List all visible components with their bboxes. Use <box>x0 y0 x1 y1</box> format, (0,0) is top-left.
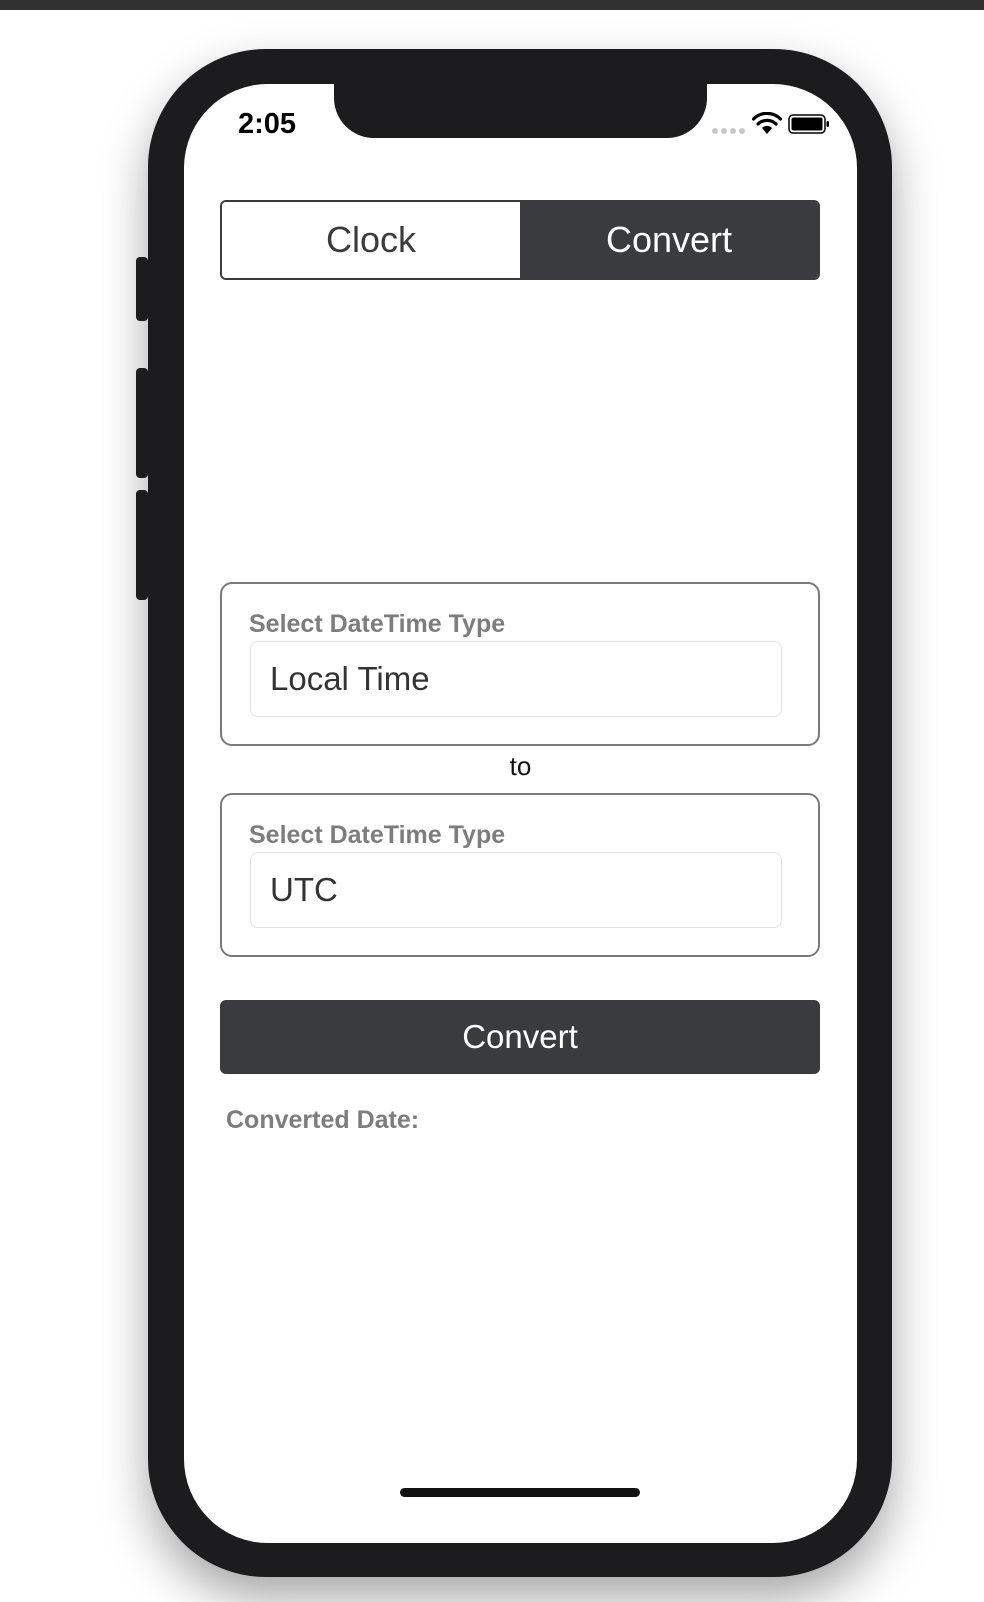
cellular-signal-icon <box>712 128 745 134</box>
volume-up-button <box>136 368 148 478</box>
wifi-icon <box>752 112 782 134</box>
connector-text: to <box>509 751 532 781</box>
to-datetime-select[interactable]: UTC <box>250 852 782 928</box>
notch <box>334 84 707 138</box>
power-button <box>880 368 892 548</box>
to-datetime-label: Select DateTime Type <box>249 821 506 849</box>
mode-segmented-control: Clock Convert <box>220 200 820 280</box>
from-datetime-select[interactable]: Local Time <box>250 641 782 717</box>
volume-down-button <box>136 490 148 600</box>
battery-icon <box>788 114 829 134</box>
from-datetime-label: Select DateTime Type <box>249 610 506 638</box>
window-top-bar <box>0 0 984 10</box>
from-datetime-card: Select DateTime Type Local Time <box>220 582 820 746</box>
home-indicator[interactable] <box>400 1488 640 1497</box>
tab-clock[interactable]: Clock <box>222 202 520 278</box>
mute-switch <box>136 257 148 321</box>
convert-button[interactable]: Convert <box>220 1000 820 1074</box>
status-time: 2:05 <box>238 108 297 140</box>
to-datetime-card: Select DateTime Type UTC <box>220 793 820 957</box>
phone-screen: 2:05 Clock Convert Select DateTime Type … <box>184 84 857 1543</box>
converted-date-label: Converted Date: <box>226 1106 420 1134</box>
tab-convert[interactable]: Convert <box>520 202 818 278</box>
